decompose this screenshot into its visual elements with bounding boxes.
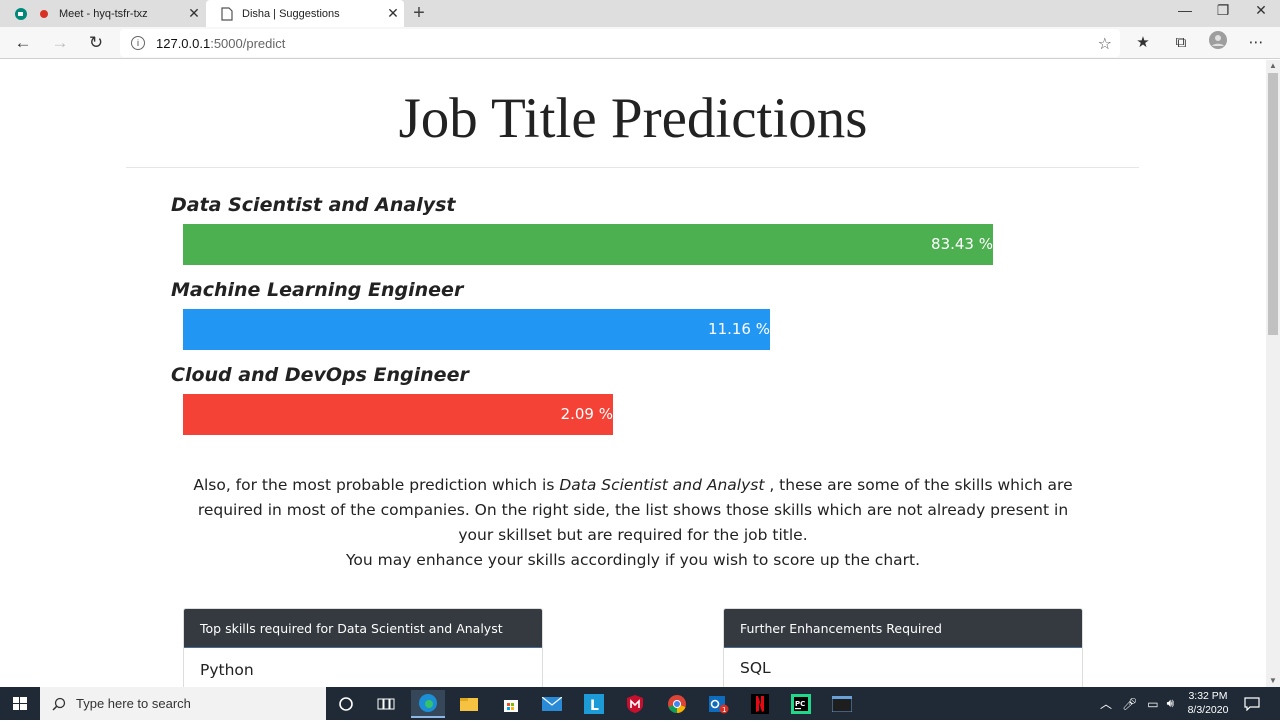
page-icon: [220, 6, 234, 21]
outlook-icon[interactable]: 1: [701, 690, 735, 718]
mail-icon[interactable]: [535, 690, 569, 718]
svg-text:L: L: [590, 698, 599, 714]
task-view-icon[interactable]: [369, 690, 403, 718]
recording-dot-icon: [40, 9, 48, 18]
windows-taskbar: Type here to search L 1 PC ︿ 🎤︎ ▭ 🔊︎ 3:3…: [0, 687, 1280, 720]
close-tab-icon[interactable]: ✕: [183, 5, 205, 22]
close-window-button[interactable]: ✕: [1242, 0, 1280, 22]
site-info-icon[interactable]: i: [131, 36, 145, 50]
top-skills-card: Top skills required for Data Scientist a…: [183, 608, 543, 687]
taskbar-search-box[interactable]: Type here to search: [40, 687, 326, 720]
prediction-label-2: Machine Learning Engineer: [171, 279, 464, 301]
terminal-icon[interactable]: [825, 690, 859, 718]
prediction-bar-2: 11.16 %: [183, 309, 770, 350]
address-bar[interactable]: i 127.0.0.1 :5000/predict ☆: [120, 29, 1120, 57]
clock-time: 3:32 PM: [1188, 690, 1228, 702]
skills-description: Also, for the most probable prediction w…: [183, 473, 1083, 573]
description-text: You may enhance your skills accordingly …: [345, 551, 921, 569]
file-explorer-icon[interactable]: [452, 690, 486, 718]
page-title: Job Title Predictions: [398, 87, 868, 150]
card-header: Top skills required for Data Scientist a…: [184, 609, 542, 648]
maximize-button[interactable]: ❐: [1204, 0, 1242, 22]
refresh-button[interactable]: ↻: [83, 31, 109, 55]
new-tab-button[interactable]: +: [408, 2, 430, 24]
chrome-icon[interactable]: [660, 690, 694, 718]
scroll-up-icon[interactable]: ▲: [1266, 60, 1280, 72]
tab-disha-suggestions[interactable]: Disha | Suggestions ✕: [206, 0, 404, 27]
minimize-button[interactable]: —: [1166, 0, 1204, 22]
page-content: Job Title Predictions Data Scientist and…: [0, 60, 1266, 687]
tab-title: Meet - hyq-tsfr-txz: [59, 7, 148, 20]
title-divider: [126, 167, 1139, 168]
system-tray: ︿ 🎤︎ ▭ 🔊︎: [1100, 687, 1174, 720]
card-header: Further Enhancements Required: [724, 609, 1082, 648]
close-tab-icon[interactable]: ✕: [382, 5, 404, 22]
search-icon: [52, 697, 66, 711]
edge-browser-icon[interactable]: [411, 690, 445, 718]
taskbar-clock[interactable]: 3:32 PM 8/3/2020: [1180, 689, 1236, 717]
url-path: :5000/predict: [210, 35, 286, 51]
prediction-bar-1: 83.43 %: [183, 224, 993, 265]
tab-meet[interactable]: Meet - hyq-tsfr-txz ✕: [0, 0, 205, 27]
favorites-icon[interactable]: ★: [1130, 31, 1156, 55]
start-button[interactable]: [0, 687, 40, 720]
notifications-icon[interactable]: [1244, 687, 1260, 720]
volume-icon[interactable]: 🔊︎: [1167, 696, 1175, 711]
favorite-star-icon[interactable]: ☆: [1098, 34, 1112, 54]
forward-button[interactable]: →: [47, 31, 73, 55]
profile-avatar[interactable]: [1205, 31, 1231, 55]
clock-date: 8/3/2020: [1187, 704, 1229, 716]
mcafee-icon[interactable]: [618, 690, 652, 718]
description-emphasis: Data Scientist and Analyst: [559, 476, 765, 494]
browser-tab-strip: Meet - hyq-tsfr-txz ✕ Disha | Suggestion…: [0, 0, 1280, 27]
prediction-bar-3: 2.09 %: [183, 394, 613, 435]
list-item: SQL: [740, 659, 771, 677]
prediction-label-1: Data Scientist and Analyst: [171, 194, 456, 216]
more-menu-icon[interactable]: ⋯: [1243, 31, 1269, 55]
show-hidden-icons[interactable]: ︿: [1100, 695, 1112, 712]
cortana-icon[interactable]: [329, 690, 363, 718]
mail-badge: 1: [722, 706, 726, 714]
tab-title: Disha | Suggestions: [242, 7, 340, 20]
prediction-label-3: Cloud and DevOps Engineer: [171, 364, 469, 386]
back-button[interactable]: ←: [10, 31, 36, 55]
vertical-scrollbar[interactable]: ▲ ▼: [1266, 60, 1280, 687]
address-toolbar: ← → ↻ i 127.0.0.1 :5000/predict ☆ ★ ⧉ ⋯: [0, 27, 1280, 59]
scroll-down-icon[interactable]: ▼: [1266, 675, 1280, 687]
microphone-icon[interactable]: 🎤︎: [1122, 697, 1137, 711]
description-text: Also, for the most probable prediction w…: [193, 476, 560, 494]
collections-icon[interactable]: ⧉: [1168, 31, 1194, 55]
svg-text:PC: PC: [795, 700, 805, 708]
enhancements-card: Further Enhancements Required SQL: [723, 608, 1083, 687]
url-host: 127.0.0.1: [156, 35, 211, 51]
battery-icon[interactable]: ▭: [1147, 697, 1158, 711]
list-item: Python: [200, 661, 254, 679]
google-meet-icon: [14, 7, 28, 21]
store-icon[interactable]: [494, 690, 528, 718]
pycharm-icon[interactable]: PC: [784, 690, 818, 718]
app-l-icon[interactable]: L: [577, 690, 611, 718]
scrollbar-thumb[interactable]: [1268, 73, 1278, 335]
netflix-icon[interactable]: [743, 690, 777, 718]
search-placeholder: Type here to search: [76, 696, 191, 711]
